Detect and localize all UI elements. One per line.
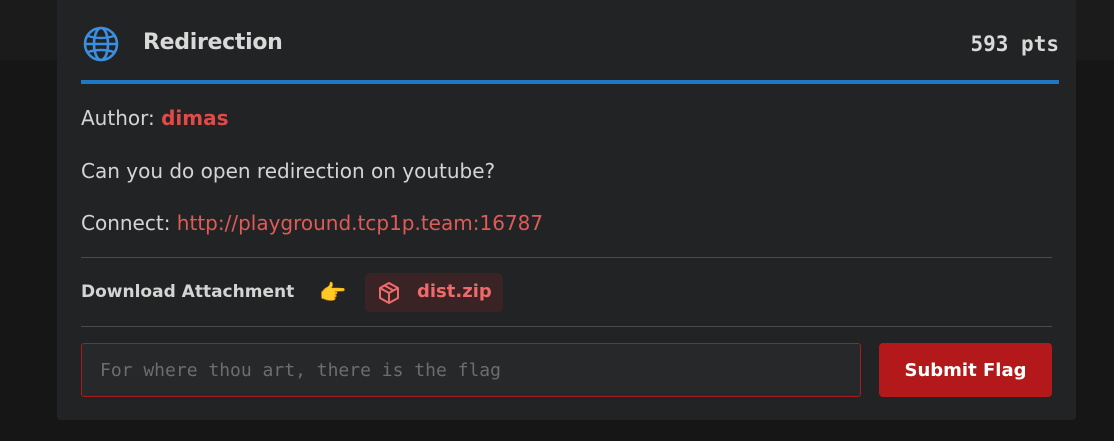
package-icon: [379, 282, 399, 304]
challenge-title: Redirection: [143, 30, 283, 55]
connect-label: Connect:: [81, 211, 171, 235]
author-line: Author: dimas: [81, 106, 229, 130]
challenge-header: Redirection 593 pts: [81, 24, 1059, 68]
divider: [81, 257, 1052, 258]
challenge-description: Can you do open redirection on youtube?: [81, 159, 496, 183]
download-attachment-label: Download Attachment: [81, 282, 295, 302]
globe-icon: [83, 26, 119, 62]
divider: [81, 326, 1052, 327]
challenge-points: 593 pts: [970, 32, 1059, 56]
connect-line: Connect: http://playground.tcp1p.team:16…: [81, 211, 543, 235]
connect-link[interactable]: http://playground.tcp1p.team:16787: [177, 211, 543, 235]
attachment-download-button[interactable]: dist.zip: [365, 273, 503, 312]
author-name: dimas: [161, 106, 229, 130]
attachment-file-name: dist.zip: [417, 281, 492, 302]
header-accent-bar: [81, 80, 1059, 84]
challenge-card: Redirection 593 pts Author: dimas Can yo…: [57, 0, 1076, 420]
submit-flag-button[interactable]: Submit Flag: [879, 343, 1052, 397]
pointing-hand-icon: 👉: [319, 281, 347, 306]
author-label: Author:: [81, 106, 155, 130]
flag-input[interactable]: [81, 343, 861, 397]
